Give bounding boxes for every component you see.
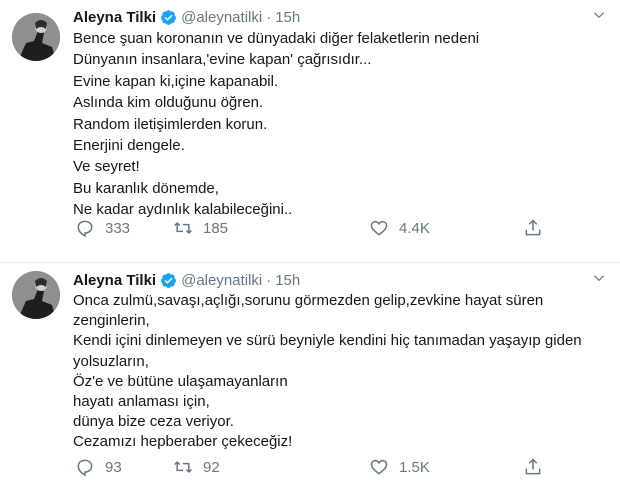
reply-count: 333 (105, 219, 131, 237)
tweet-line: Bu karanlık dönemde, (73, 179, 219, 197)
like-button[interactable]: 4.4K (369, 218, 430, 238)
reply-button[interactable]: 93 (75, 457, 122, 477)
author-handle[interactable]: @aleynatilki (181, 272, 262, 289)
share-icon (525, 458, 541, 475)
tweet-text: Bence şuan koronanın ve dünyadaki diğer … (73, 28, 616, 221)
retweet-icon (174, 460, 192, 474)
avatar-image (12, 13, 60, 61)
share-button[interactable] (523, 457, 543, 477)
heart-icon (370, 459, 388, 475)
reply-count: 93 (105, 458, 122, 476)
retweet-count: 92 (203, 458, 220, 476)
tweet-line: Cezamızı hepberaber çekeceğiz! (73, 433, 293, 451)
tweet-line: Evine kapan ki,içine kapanabil. (73, 72, 279, 90)
share-button[interactable] (523, 218, 543, 238)
tweet-line: Öz'e ve bütüne ulaşamayanların (73, 372, 288, 390)
retweet-count: 185 (203, 219, 229, 237)
tweet-header: Aleyna Tilki @aleynatilki · 15h (73, 269, 300, 291)
timestamp[interactable]: 15h (275, 272, 300, 289)
tweet-line: Enerjini dengele. (73, 137, 185, 155)
tweet-line: Aslında kim olduğunu öğren. (73, 94, 264, 112)
like-button[interactable]: 1.5K (369, 457, 430, 477)
share-icon (525, 219, 541, 236)
timestamp[interactable]: 15h (275, 9, 300, 26)
verified-badge-icon (161, 272, 177, 288)
avatar[interactable] (12, 13, 60, 61)
author-handle[interactable]: @aleynatilki (181, 9, 262, 26)
heart-icon (370, 220, 388, 236)
chevron-down-icon[interactable] (592, 8, 606, 22)
verified-badge-icon (161, 9, 177, 25)
tweet-line: Dünyanın insanlara,'evine kapan' çağrısı… (73, 51, 372, 69)
tweet-line: dünya bize ceza veriyor. (73, 413, 234, 431)
tweet-line: Onca zulmü,savaşı,açlığı,sorunu görmezde… (73, 292, 544, 309)
separator: · (266, 271, 272, 289)
like-count: 4.4K (399, 219, 430, 237)
author-name[interactable]: Aleyna Tilki (73, 9, 156, 26)
tweet-header: Aleyna Tilki @aleynatilki · 15h (73, 6, 300, 28)
separator: · (266, 8, 272, 26)
tweet-line: Bence şuan koronanın ve dünyadaki diğer … (73, 30, 480, 47)
tweet-line: Random iletişimlerden korun. (73, 115, 268, 133)
tweet[interactable]: Aleyna Tilki @aleynatilki · 15h Bence şu… (0, 0, 620, 262)
tweet-line: Ve seyret! (73, 158, 140, 176)
retweet-icon (174, 221, 192, 235)
reply-icon (77, 220, 93, 238)
tweet-line: yolsuzların, (73, 352, 149, 370)
reply-button[interactable]: 333 (75, 218, 130, 238)
avatar[interactable] (12, 271, 60, 319)
like-count: 1.5K (399, 458, 430, 476)
tweet-line: Kendi içini dinlemeyen ve sürü beyniyle … (73, 332, 582, 350)
tweet-line: zenginlerin, (73, 312, 150, 330)
reply-icon (77, 459, 93, 477)
retweet-button[interactable]: 185 (173, 218, 228, 238)
author-name[interactable]: Aleyna Tilki (73, 272, 156, 289)
avatar-image (12, 271, 60, 319)
tweet-text: Onca zulmü,savaşı,açlığı,sorunu görmezde… (73, 291, 616, 453)
tweet-line: hayatı anlaması için, (73, 393, 210, 411)
tweet[interactable]: Aleyna Tilki @aleynatilki · 15h Onca zul… (0, 263, 620, 495)
chevron-down-icon[interactable] (592, 271, 606, 285)
retweet-button[interactable]: 92 (173, 457, 220, 477)
